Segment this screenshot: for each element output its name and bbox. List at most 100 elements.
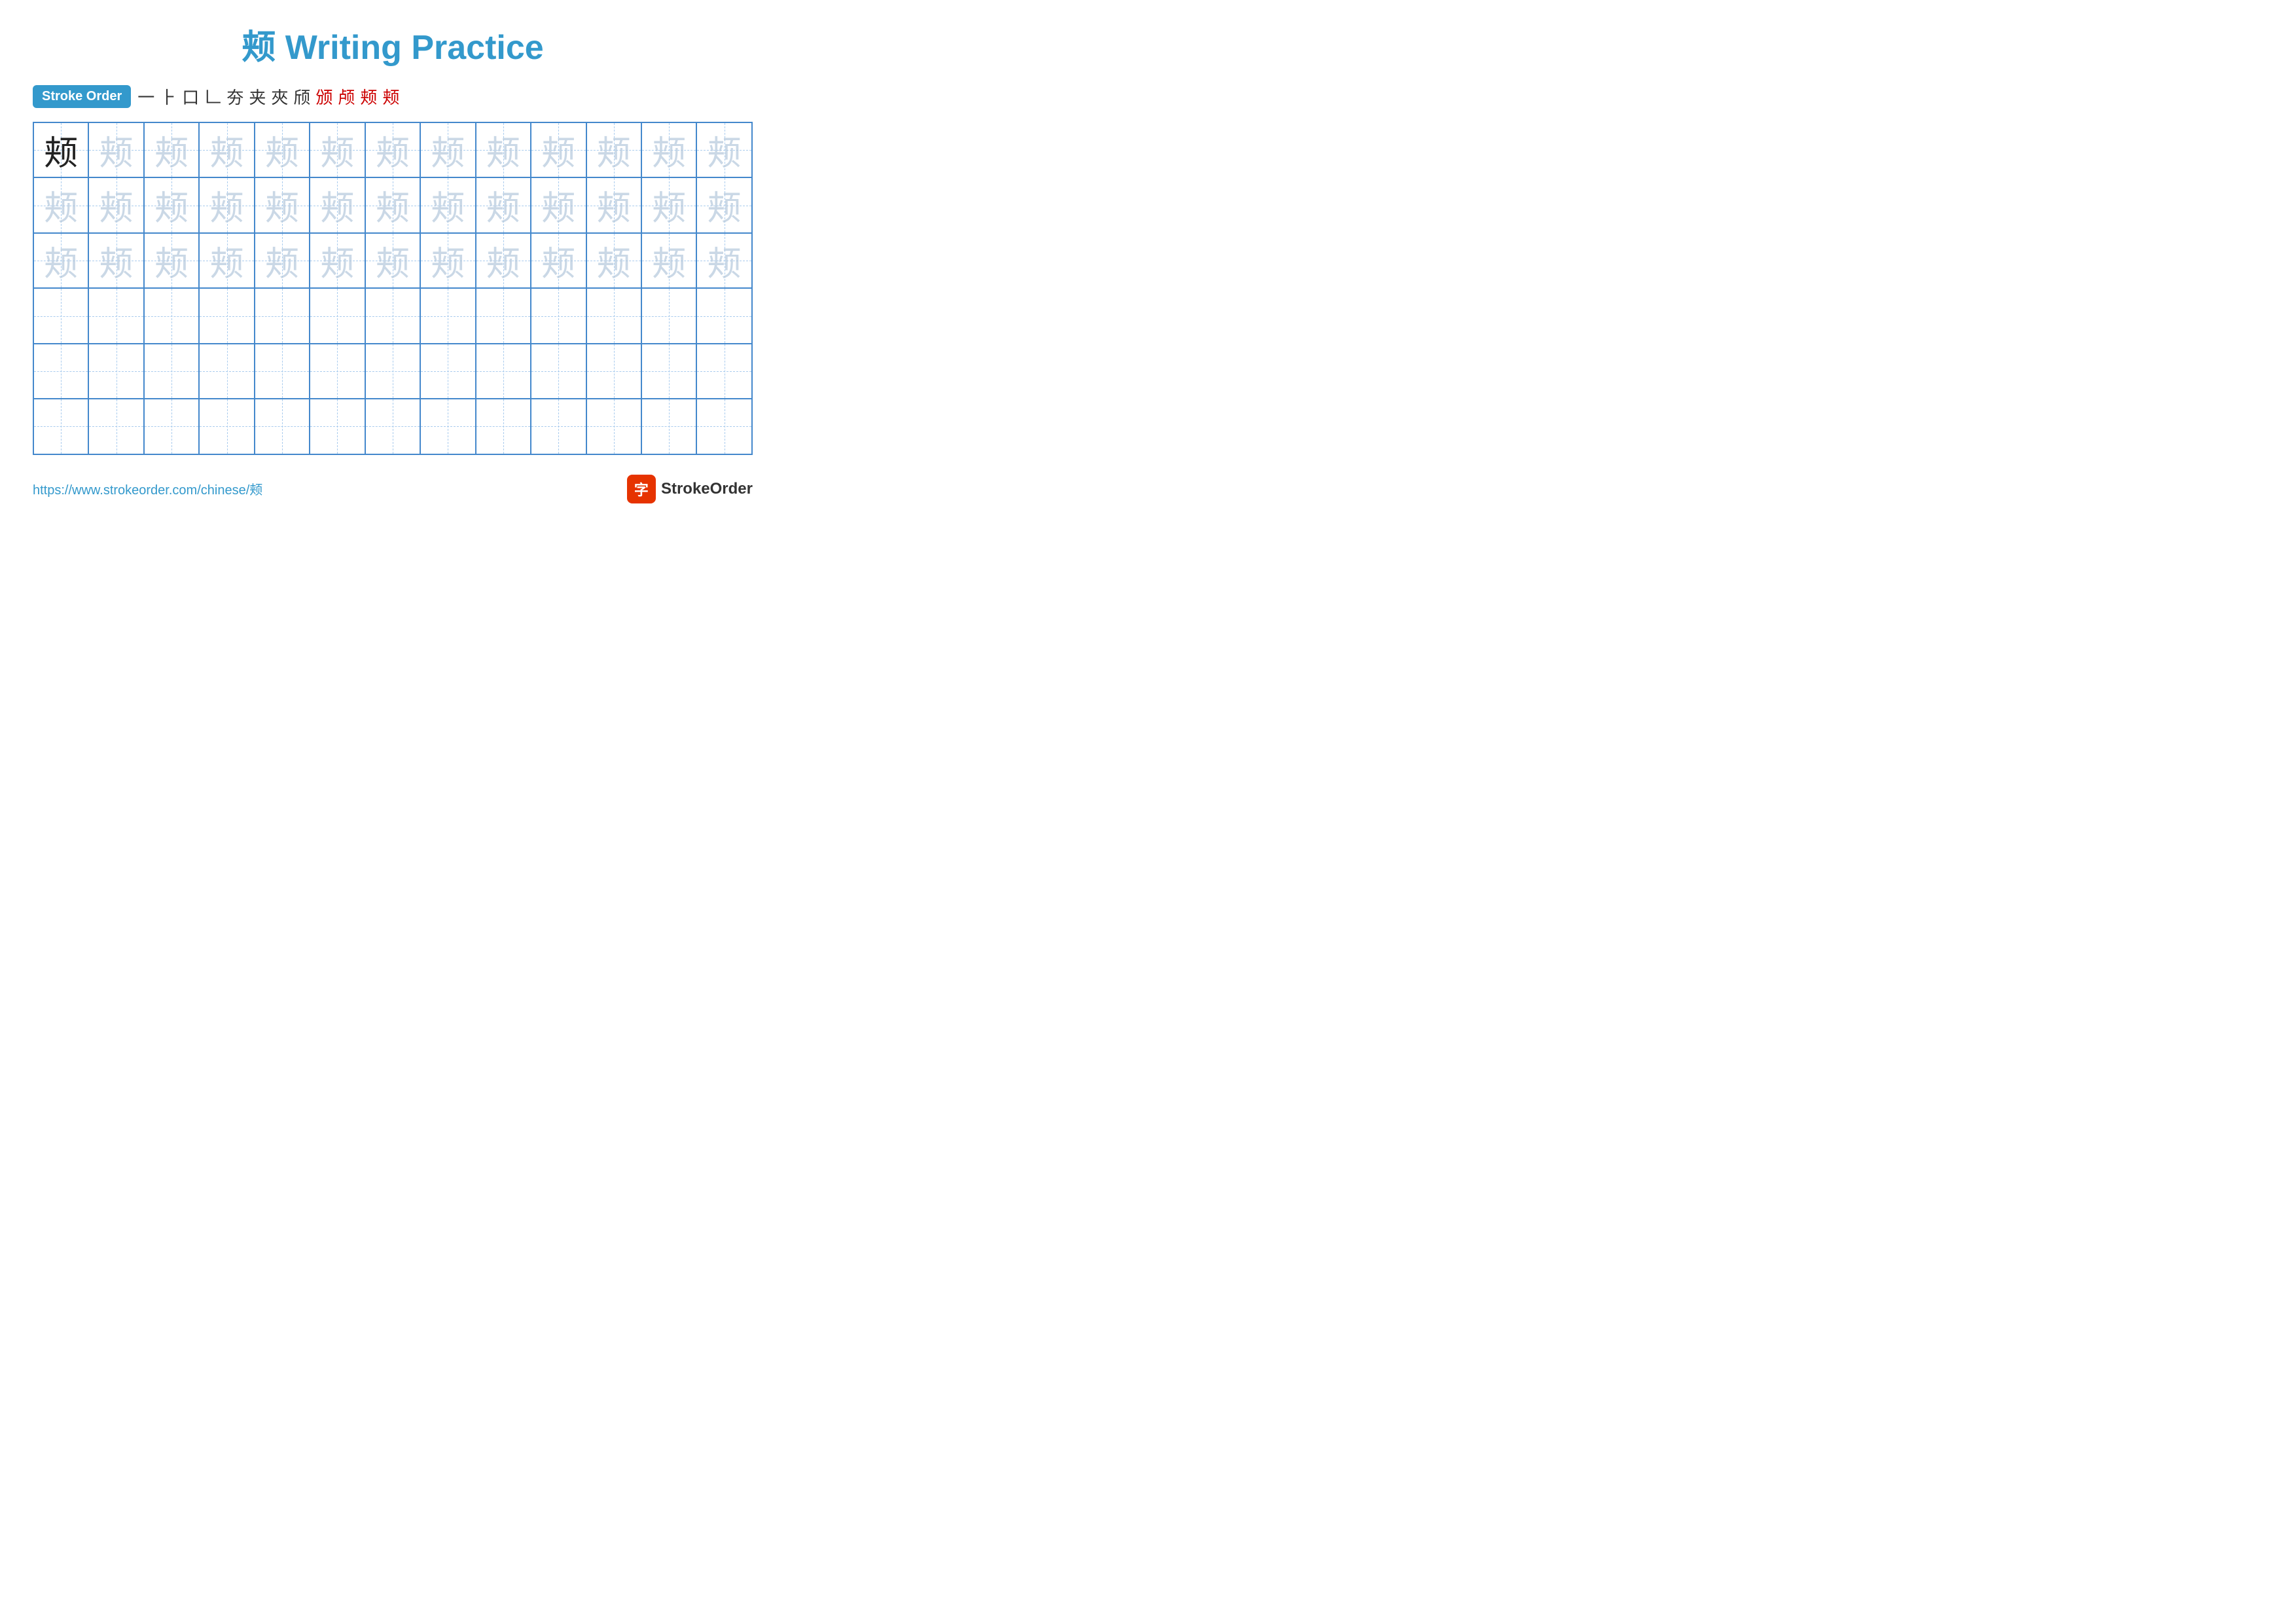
grid-cell-4-1[interactable] [33, 288, 88, 343]
grid-cell-1-5: 颊 [255, 122, 310, 177]
stroke-step-4: 𠃊 [204, 84, 221, 109]
logo-label: StrokeOrder [661, 480, 753, 498]
grid-cell-1-9: 颊 [476, 122, 531, 177]
grid-cell-4-4[interactable] [199, 288, 254, 343]
grid-cell-1-13: 颊 [696, 122, 751, 177]
grid-cell-1-4: 颊 [199, 122, 254, 177]
stroke-step-2: ⺊ [160, 84, 177, 109]
grid-cell-1-2: 颊 [88, 122, 143, 177]
stroke-step-5: 夯 [226, 84, 243, 109]
grid-cell-2-5: 颊 [255, 177, 310, 232]
grid-cell-4-9[interactable] [476, 288, 531, 343]
grid-cell-5-9[interactable] [476, 344, 531, 399]
grid-cell-3-7: 颊 [365, 233, 420, 288]
grid-cell-1-11: 颊 [586, 122, 641, 177]
grid-cell-5-2[interactable] [88, 344, 143, 399]
grid-cell-6-13[interactable] [696, 399, 751, 454]
grid-cell-6-9[interactable] [476, 399, 531, 454]
stroke-step-3: 口 [182, 84, 199, 109]
grid-cell-1-10: 颊 [531, 122, 586, 177]
grid-cell-5-8[interactable] [420, 344, 475, 399]
grid-cell-2-10: 颊 [531, 177, 586, 232]
grid-cell-1-1: 颊 [33, 122, 88, 177]
grid-cell-6-5[interactable] [255, 399, 310, 454]
stroke-order-row: Stroke Order 一⺊口𠃊夯夹夾颀颁颅颊颊 [33, 84, 753, 109]
stroke-sequence: 一⺊口𠃊夯夹夾颀颁颅颊颊 [137, 84, 399, 109]
grid-cell-4-6[interactable] [310, 288, 365, 343]
stroke-step-6: 夹 [249, 84, 266, 109]
footer: https://www.strokeorder.com/chinese/颊 字 … [33, 475, 753, 503]
stroke-order-badge: Stroke Order [33, 85, 131, 108]
grid-cell-5-11[interactable] [586, 344, 641, 399]
grid-cell-3-1: 颊 [33, 233, 88, 288]
grid-cell-1-12: 颊 [641, 122, 696, 177]
grid-cell-4-10[interactable] [531, 288, 586, 343]
grid-cell-2-4: 颊 [199, 177, 254, 232]
grid-cell-5-13[interactable] [696, 344, 751, 399]
grid-cell-5-12[interactable] [641, 344, 696, 399]
stroke-step-7: 夾 [271, 84, 288, 109]
footer-url[interactable]: https://www.strokeorder.com/chinese/颊 [33, 479, 262, 498]
grid-cell-2-7: 颊 [365, 177, 420, 232]
grid-cell-6-6[interactable] [310, 399, 365, 454]
grid-cell-6-3[interactable] [144, 399, 199, 454]
grid-cell-2-8: 颊 [420, 177, 475, 232]
grid-cell-6-11[interactable] [586, 399, 641, 454]
grid-cell-6-1[interactable] [33, 399, 88, 454]
grid-cell-3-13: 颊 [696, 233, 751, 288]
grid-cell-3-12: 颊 [641, 233, 696, 288]
grid-cell-5-7[interactable] [365, 344, 420, 399]
grid-cell-3-11: 颊 [586, 233, 641, 288]
grid-cell-2-9: 颊 [476, 177, 531, 232]
grid-cell-6-10[interactable] [531, 399, 586, 454]
stroke-step-11: 颊 [360, 84, 377, 109]
grid-row-4[interactable] [33, 288, 752, 343]
stroke-step-12: 颊 [382, 84, 399, 109]
grid-cell-5-1[interactable] [33, 344, 88, 399]
stroke-step-10: 颅 [338, 84, 355, 109]
grid-cell-4-7[interactable] [365, 288, 420, 343]
grid-cell-4-2[interactable] [88, 288, 143, 343]
stroke-step-1: 一 [137, 84, 154, 109]
stroke-step-9: 颁 [315, 84, 332, 109]
grid-cell-5-10[interactable] [531, 344, 586, 399]
grid-cell-5-3[interactable] [144, 344, 199, 399]
grid-cell-6-7[interactable] [365, 399, 420, 454]
grid-cell-3-5: 颊 [255, 233, 310, 288]
grid-cell-2-12: 颊 [641, 177, 696, 232]
grid-cell-6-12[interactable] [641, 399, 696, 454]
grid-row-3: 颊 颊 颊 颊 颊 颊 颊 颊 颊 颊 颊 颊 颊 [33, 233, 752, 288]
grid-cell-3-8: 颊 [420, 233, 475, 288]
grid-cell-5-4[interactable] [199, 344, 254, 399]
grid-cell-6-8[interactable] [420, 399, 475, 454]
logo-icon: 字 [627, 475, 656, 503]
grid-cell-4-11[interactable] [586, 288, 641, 343]
stroke-step-8: 颀 [293, 84, 310, 109]
grid-cell-6-4[interactable] [199, 399, 254, 454]
grid-cell-2-1: 颊 [33, 177, 88, 232]
grid-cell-3-4: 颊 [199, 233, 254, 288]
grid-cell-3-2: 颊 [88, 233, 143, 288]
grid-cell-5-6[interactable] [310, 344, 365, 399]
grid-cell-4-3[interactable] [144, 288, 199, 343]
practice-grid: 颊 颊 颊 颊 颊 颊 颊 颊 颊 颊 颊 颊 颊 颊 颊 颊 颊 颊 颊 颊 … [33, 122, 753, 455]
grid-cell-2-13: 颊 [696, 177, 751, 232]
grid-cell-2-2: 颊 [88, 177, 143, 232]
grid-cell-4-13[interactable] [696, 288, 751, 343]
grid-cell-2-3: 颊 [144, 177, 199, 232]
grid-row-2: 颊 颊 颊 颊 颊 颊 颊 颊 颊 颊 颊 颊 颊 [33, 177, 752, 232]
grid-cell-5-5[interactable] [255, 344, 310, 399]
page-title: 颊 Writing Practice [33, 20, 753, 69]
grid-cell-3-3: 颊 [144, 233, 199, 288]
grid-cell-1-7: 颊 [365, 122, 420, 177]
grid-row-5[interactable] [33, 344, 752, 399]
footer-logo: 字 StrokeOrder [627, 475, 753, 503]
grid-cell-6-2[interactable] [88, 399, 143, 454]
grid-cell-4-12[interactable] [641, 288, 696, 343]
grid-cell-4-8[interactable] [420, 288, 475, 343]
grid-cell-2-11: 颊 [586, 177, 641, 232]
grid-cell-1-8: 颊 [420, 122, 475, 177]
grid-row-6[interactable] [33, 399, 752, 454]
grid-cell-1-3: 颊 [144, 122, 199, 177]
grid-cell-4-5[interactable] [255, 288, 310, 343]
